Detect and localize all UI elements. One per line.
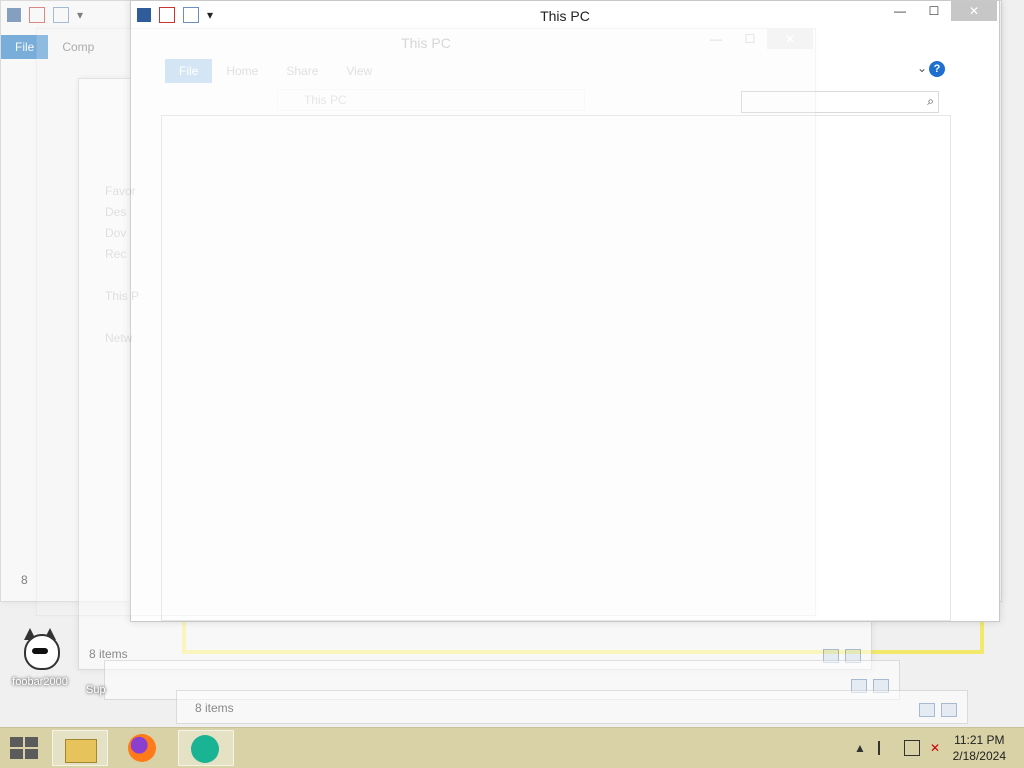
desktop-icon-foobar2000[interactable]: foobar2000 bbox=[8, 628, 72, 688]
taskbar: ▲ ✕ 11:21 PM 2/18/2024 bbox=[0, 727, 1024, 768]
status-bar-text: 8 bbox=[21, 573, 28, 587]
tab-view[interactable]: View bbox=[332, 59, 386, 83]
network-icon[interactable] bbox=[904, 740, 920, 756]
action-center-flag-icon[interactable] bbox=[878, 741, 894, 755]
volume-muted-icon[interactable]: ✕ bbox=[930, 741, 944, 755]
address-bar[interactable]: This PC bbox=[277, 89, 585, 111]
taskbar-app[interactable] bbox=[178, 730, 234, 766]
quick-access-toolbar: ▾ bbox=[7, 7, 85, 23]
details-view-icon[interactable] bbox=[919, 703, 935, 717]
computer-icon[interactable] bbox=[7, 8, 21, 22]
explorer-window-ghost: This PC — ☐ ✕ File Home Share View This … bbox=[36, 28, 816, 616]
minimize-button[interactable]: — bbox=[699, 29, 733, 49]
system-clock[interactable]: 11:21 PM 2/18/2024 bbox=[953, 732, 1006, 764]
nav-item[interactable]: Favor bbox=[105, 181, 139, 202]
tab-share[interactable]: Share bbox=[272, 59, 332, 83]
navigation-pane: Favor Des Dov Rec This P Netw bbox=[105, 181, 139, 349]
show-hidden-icons-icon[interactable]: ▲ bbox=[854, 741, 868, 755]
desktop-icon-label[interactable]: Sup bbox=[86, 684, 106, 696]
nav-item[interactable]: This P bbox=[105, 286, 139, 307]
minimize-button[interactable]: — bbox=[883, 1, 917, 21]
taskbar-firefox[interactable] bbox=[116, 730, 172, 766]
tab-file[interactable]: File bbox=[165, 59, 213, 83]
app-icon bbox=[191, 735, 219, 763]
title-bar[interactable]: ▾ This PC — ☐ ✕ bbox=[131, 1, 999, 31]
start-button[interactable] bbox=[10, 737, 38, 759]
nav-item[interactable]: Rec bbox=[105, 244, 139, 265]
nav-item[interactable]: Dov bbox=[105, 223, 139, 244]
view-switcher bbox=[919, 703, 957, 717]
window-controls: — ☐ ✕ bbox=[699, 29, 813, 49]
help-icon[interactable]: ? bbox=[929, 61, 945, 77]
firefox-icon bbox=[128, 734, 156, 762]
close-button[interactable]: ✕ bbox=[951, 1, 997, 21]
explorer-window-back-4: 8 items bbox=[176, 690, 968, 724]
status-bar-text: 8 items bbox=[195, 701, 234, 715]
large-icons-view-icon[interactable] bbox=[941, 703, 957, 717]
properties-icon[interactable] bbox=[29, 7, 45, 23]
folder-icon[interactable] bbox=[53, 7, 69, 23]
close-button[interactable]: ✕ bbox=[767, 29, 813, 49]
maximize-button[interactable]: ☐ bbox=[917, 1, 951, 21]
search-icon: ⌕ bbox=[927, 94, 934, 108]
chevron-down-icon[interactable]: ⌄ bbox=[917, 61, 927, 75]
tab-home[interactable]: Home bbox=[212, 59, 272, 83]
nav-item[interactable]: Netw bbox=[105, 328, 139, 349]
address-path: This PC bbox=[304, 93, 347, 107]
ribbon-tabs: File Home Share View bbox=[165, 59, 386, 83]
window-title: This PC bbox=[540, 8, 590, 24]
file-explorer-icon bbox=[65, 739, 97, 763]
chevron-down-icon[interactable]: ▾ bbox=[77, 8, 85, 22]
clock-time: 11:21 PM bbox=[954, 733, 1005, 747]
window-controls: — ☐ ✕ bbox=[883, 1, 997, 21]
clock-date: 2/18/2024 bbox=[952, 749, 1006, 763]
nav-item[interactable]: Des bbox=[105, 202, 139, 223]
taskbar-file-explorer[interactable] bbox=[52, 730, 108, 766]
status-bar-text: 8 items bbox=[89, 647, 128, 661]
system-tray: ▲ ✕ bbox=[854, 740, 944, 756]
desktop-icon-label: foobar2000 bbox=[12, 676, 68, 688]
foobar2000-icon bbox=[18, 628, 62, 672]
maximize-button[interactable]: ☐ bbox=[733, 29, 767, 49]
